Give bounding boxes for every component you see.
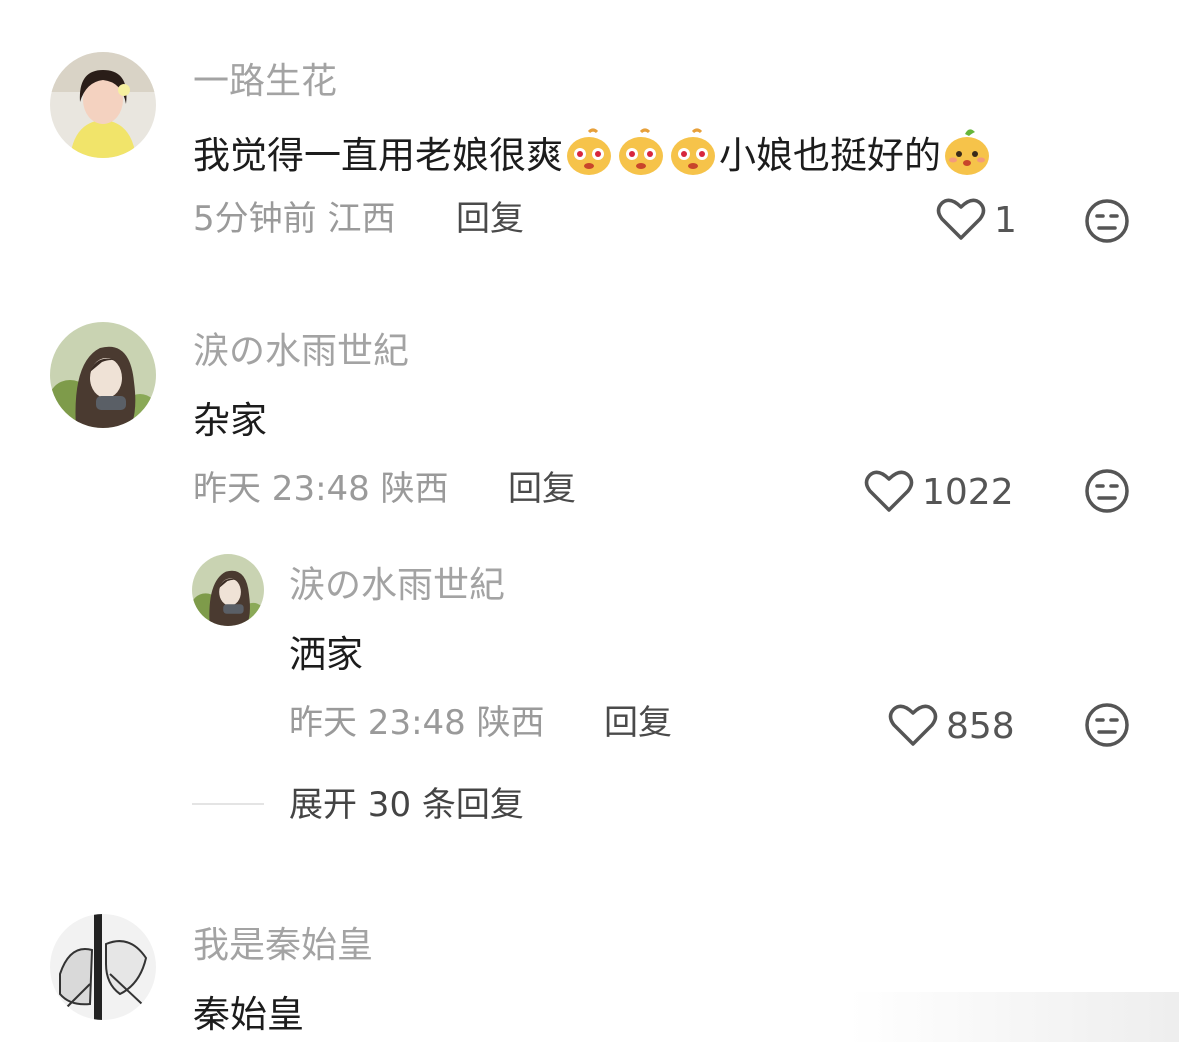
like-button[interactable]: 1 bbox=[936, 196, 1017, 246]
bun-face-emoji-icon bbox=[667, 128, 719, 177]
username[interactable]: 我是秦始皇 bbox=[193, 928, 373, 964]
username[interactable]: 一路生花 bbox=[193, 64, 337, 100]
bun-face-emoji-icon bbox=[615, 128, 667, 177]
heart-icon bbox=[936, 196, 986, 246]
like-count: 858 bbox=[946, 706, 1015, 747]
username[interactable]: 涙の水雨世紀 bbox=[193, 334, 409, 370]
comment-text: 我觉得一直用老娘很爽 小娘也挺好的 bbox=[193, 126, 993, 178]
comment-time-location: 昨天 23:48 陕西 bbox=[193, 469, 449, 509]
heart-icon bbox=[864, 468, 914, 518]
avatar[interactable] bbox=[50, 322, 156, 428]
dislike-face-icon[interactable] bbox=[1084, 468, 1130, 514]
reply-button[interactable]: 回复 bbox=[604, 706, 672, 740]
avatar[interactable] bbox=[50, 914, 156, 1020]
avatar[interactable] bbox=[192, 554, 264, 626]
reply-button[interactable]: 回复 bbox=[456, 202, 524, 236]
comment-time-location: 5分钟前 江西 bbox=[193, 199, 396, 239]
smiling-bun-emoji-icon bbox=[941, 129, 993, 177]
dislike-face-icon[interactable] bbox=[1084, 198, 1130, 244]
reply-button[interactable]: 回复 bbox=[508, 472, 576, 506]
like-button[interactable]: 858 bbox=[888, 702, 1015, 752]
watermark bbox=[849, 992, 1179, 1042]
reply-time-location: 昨天 23:48 陕西 bbox=[289, 703, 545, 743]
reply-username[interactable]: 涙の水雨世紀 bbox=[289, 568, 505, 604]
like-count: 1022 bbox=[922, 472, 1014, 513]
reply-text: 洒家 bbox=[289, 633, 363, 676]
dislike-face-icon[interactable] bbox=[1084, 702, 1130, 748]
heart-icon bbox=[888, 702, 938, 752]
like-count: 1 bbox=[994, 200, 1017, 241]
like-button[interactable]: 1022 bbox=[864, 468, 1014, 518]
comment-text: 杂家 bbox=[193, 399, 267, 442]
comment-text-part: 小娘也挺好的 bbox=[719, 134, 941, 177]
expand-divider bbox=[192, 803, 264, 805]
bun-face-emoji-icon bbox=[563, 128, 615, 177]
avatar[interactable] bbox=[50, 52, 156, 158]
comment-text-part: 我觉得一直用老娘很爽 bbox=[193, 134, 563, 177]
expand-replies-button[interactable]: 展开 30 条回复 bbox=[289, 788, 524, 822]
comment-text: 秦始皇 bbox=[193, 993, 304, 1036]
